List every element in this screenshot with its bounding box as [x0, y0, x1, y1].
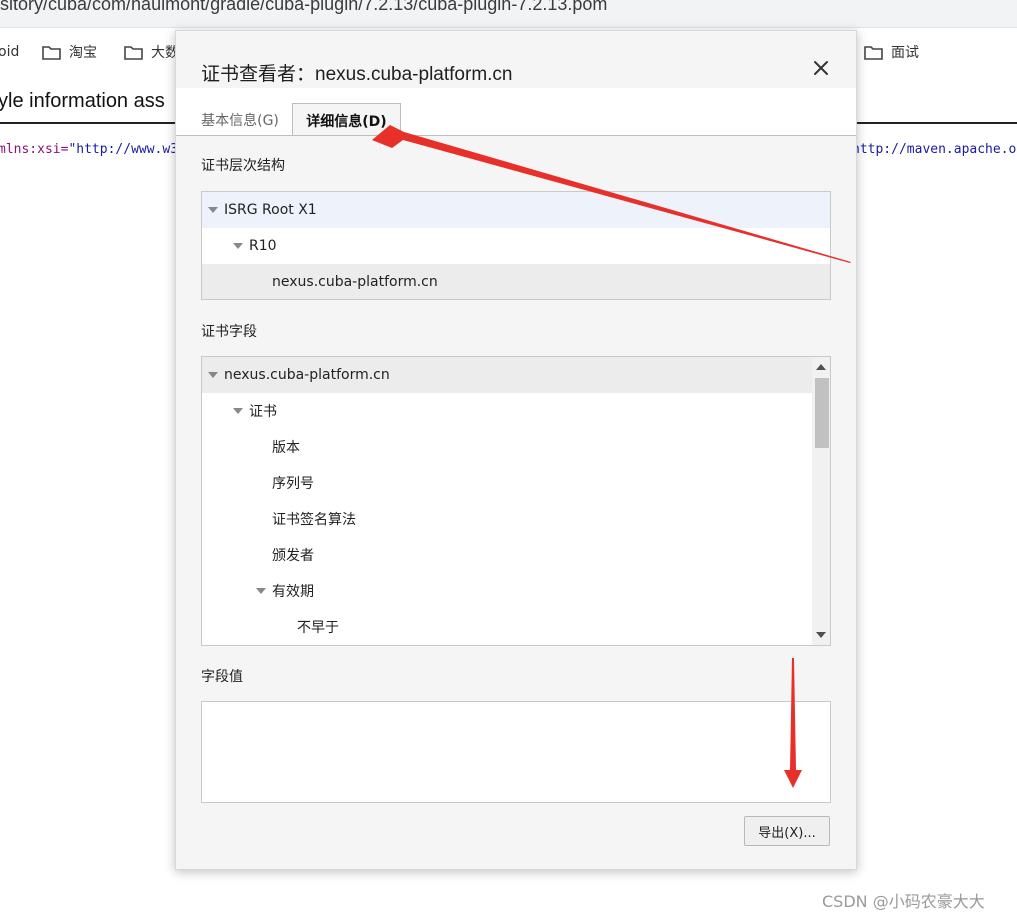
field-item[interactable]: 证书签名算法	[202, 501, 814, 537]
bookmark-folder-bigdata[interactable]: 大数	[124, 42, 179, 62]
expand-triangle-icon[interactable]	[208, 372, 218, 378]
tab-details[interactable]: 详细信息(D)	[292, 103, 401, 136]
field-item-label: 有效期	[272, 584, 314, 600]
field-value-box[interactable]	[201, 701, 831, 803]
dialog-title: 证书查看者：nexus.cuba-platform.cn	[201, 64, 513, 85]
bookmark-item[interactable]: oid	[0, 42, 19, 62]
folder-icon	[124, 45, 143, 60]
xml-source-right: http://maven.apache.o	[852, 142, 1017, 157]
certificate-fields-tree[interactable]: nexus.cuba-platform.cn 证书 版本 序列号 证书签名算法 …	[201, 356, 831, 646]
expand-triangle-icon[interactable]	[208, 207, 218, 213]
page-heading: yle information ass	[0, 90, 165, 112]
field-item[interactable]: 颁发者	[202, 537, 814, 573]
fields-scrollbar[interactable]	[812, 357, 830, 645]
address-bar[interactable]: sitory/cuba/com/haulmont/gradle/cuba-plu…	[0, 0, 1017, 28]
url-text[interactable]: sitory/cuba/com/haulmont/gradle/cuba-plu…	[0, 0, 607, 15]
tree-item-root[interactable]: ISRG Root X1	[202, 192, 830, 228]
xml-source-left: mlns:xsi="http://www.w3	[0, 142, 178, 157]
field-item[interactable]: 版本	[202, 429, 814, 465]
xml-attr-value: "http://www.w3	[68, 142, 179, 157]
folder-icon	[864, 45, 883, 60]
expand-triangle-icon[interactable]	[233, 408, 243, 414]
certificate-viewer-dialog: 证书查看者：nexus.cuba-platform.cn 基本信息(G) 详细信…	[175, 30, 857, 870]
bookmark-label: 面试	[891, 45, 919, 61]
tree-item-label: nexus.cuba-platform.cn	[272, 274, 438, 290]
field-item-label: 不早于	[297, 620, 339, 636]
bookmark-folder-interview[interactable]: 面试	[864, 42, 919, 62]
expand-triangle-icon[interactable]	[256, 588, 266, 594]
field-item[interactable]: 有效期	[202, 573, 814, 609]
close-button[interactable]	[810, 57, 832, 79]
field-item[interactable]: 不早于	[202, 609, 814, 645]
field-item[interactable]: nexus.cuba-platform.cn	[202, 357, 814, 393]
bookmark-label: 淘宝	[69, 45, 97, 61]
scroll-up-icon[interactable]	[816, 364, 826, 370]
field-item-label: nexus.cuba-platform.cn	[224, 367, 390, 383]
watermark: CSDN @小码农豪大大	[822, 892, 985, 911]
hierarchy-label: 证书层次结构	[201, 158, 285, 174]
certificate-hierarchy-tree[interactable]: ISRG Root X1 R10 nexus.cuba-platform.cn	[201, 191, 831, 300]
expand-triangle-icon[interactable]	[233, 243, 243, 249]
tree-item-intermediate[interactable]: R10	[202, 228, 830, 264]
tree-item-leaf[interactable]: nexus.cuba-platform.cn	[202, 264, 830, 299]
field-item-label: 证书签名算法	[272, 512, 356, 528]
field-item[interactable]: 证书	[202, 393, 814, 429]
tree-item-label: R10	[249, 238, 277, 254]
field-item-label: 证书	[249, 404, 277, 420]
field-item-label: 版本	[272, 440, 300, 456]
bookmark-folder-taobao[interactable]: 淘宝	[42, 42, 97, 62]
tree-item-label: ISRG Root X1	[224, 202, 317, 218]
field-item-label: 序列号	[272, 476, 314, 492]
field-item[interactable]: 序列号	[202, 465, 814, 501]
close-icon	[814, 61, 828, 75]
field-value-label: 字段值	[201, 669, 243, 685]
export-button[interactable]: 导出(X)...	[744, 816, 830, 846]
scroll-down-icon[interactable]	[816, 632, 826, 638]
tab-general[interactable]: 基本信息(G)	[190, 103, 290, 136]
xml-attr: mlns:xsi=	[0, 142, 69, 157]
folder-icon	[42, 45, 61, 60]
fields-label: 证书字段	[201, 324, 257, 340]
tab-divider	[176, 135, 856, 136]
bookmark-label: oid	[0, 44, 20, 60]
field-item-label: 颁发者	[272, 548, 314, 564]
scrollbar-thumb[interactable]	[815, 378, 829, 448]
